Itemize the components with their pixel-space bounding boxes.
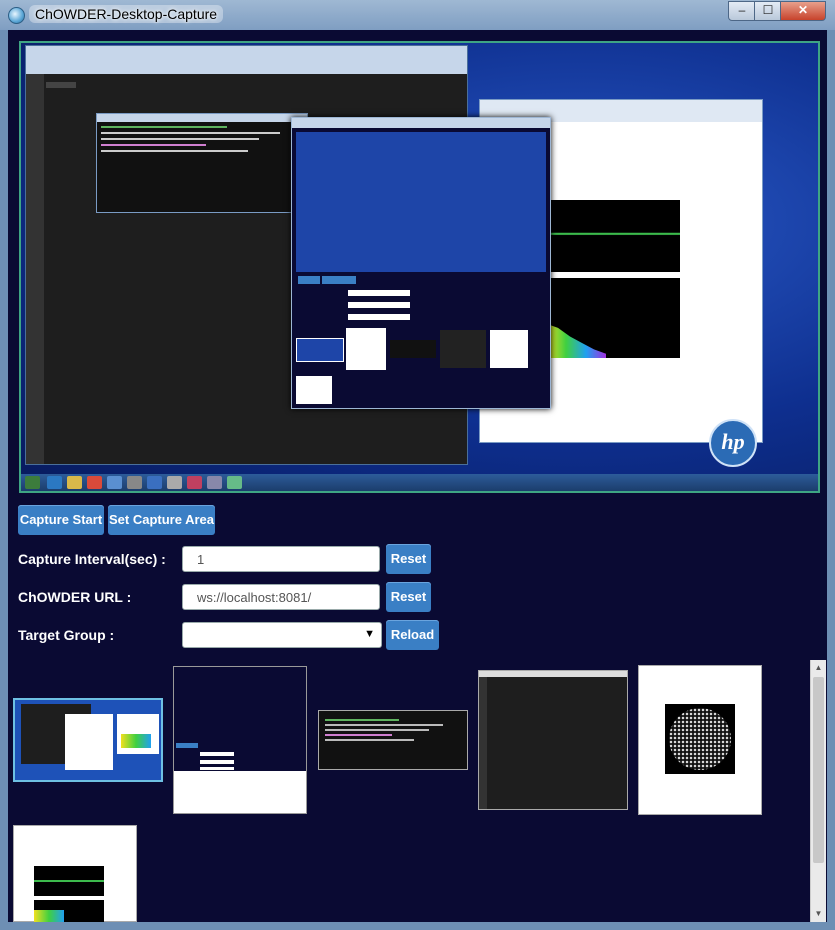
thumbnail-spectrum-browser[interactable] — [13, 825, 137, 922]
thumbnail-particle-image[interactable] — [638, 665, 762, 815]
minimize-button[interactable]: – — [728, 1, 756, 21]
app-window: ChOWDER-Desktop-Capture – ☐ ✕ hp Capture… — [0, 0, 835, 930]
title-bar[interactable]: ChOWDER-Desktop-Capture – ☐ ✕ — [0, 0, 835, 30]
url-label: ChOWDER URL : — [18, 589, 132, 605]
url-input[interactable]: ws://localhost:8081/ — [182, 584, 380, 610]
group-reload-button[interactable]: Reload — [386, 620, 439, 650]
hp-logo: hp — [709, 419, 757, 467]
interval-label: Capture Interval(sec) : — [18, 551, 166, 567]
client-area: hp Capture Start Set Capture Area Captur… — [8, 30, 827, 922]
thumbnail-desktop[interactable] — [13, 698, 163, 782]
group-label: Target Group : — [18, 627, 115, 643]
set-capture-area-button[interactable]: Set Capture Area — [108, 505, 215, 535]
window-title: ChOWDER-Desktop-Capture — [29, 5, 224, 23]
capture-preview[interactable]: hp — [19, 41, 820, 493]
thumbnail-scrollbar[interactable]: ▲ ▼ — [810, 660, 826, 922]
close-button[interactable]: ✕ — [780, 1, 826, 21]
preview-terminal-window — [96, 113, 308, 213]
thumbnail-app-window[interactable] — [173, 666, 307, 814]
app-icon — [8, 7, 25, 24]
thumbnail-list — [8, 660, 827, 922]
maximize-button[interactable]: ☐ — [754, 1, 782, 21]
interval-reset-button[interactable]: Reset — [386, 544, 431, 574]
thumbnail-terminal[interactable] — [318, 710, 468, 770]
scroll-up-icon[interactable]: ▲ — [813, 662, 824, 674]
scrollbar-thumb[interactable] — [813, 677, 824, 863]
url-reset-button[interactable]: Reset — [386, 582, 431, 612]
capture-start-button[interactable]: Capture Start — [18, 505, 104, 535]
group-select[interactable]: ▼ — [182, 622, 382, 648]
preview-taskbar — [21, 474, 818, 491]
scroll-down-icon[interactable]: ▼ — [813, 908, 824, 920]
chevron-down-icon: ▼ — [364, 628, 375, 640]
interval-input[interactable]: 1 — [182, 546, 380, 572]
thumbnail-editor[interactable] — [478, 670, 628, 810]
preview-capture-window — [291, 117, 551, 409]
